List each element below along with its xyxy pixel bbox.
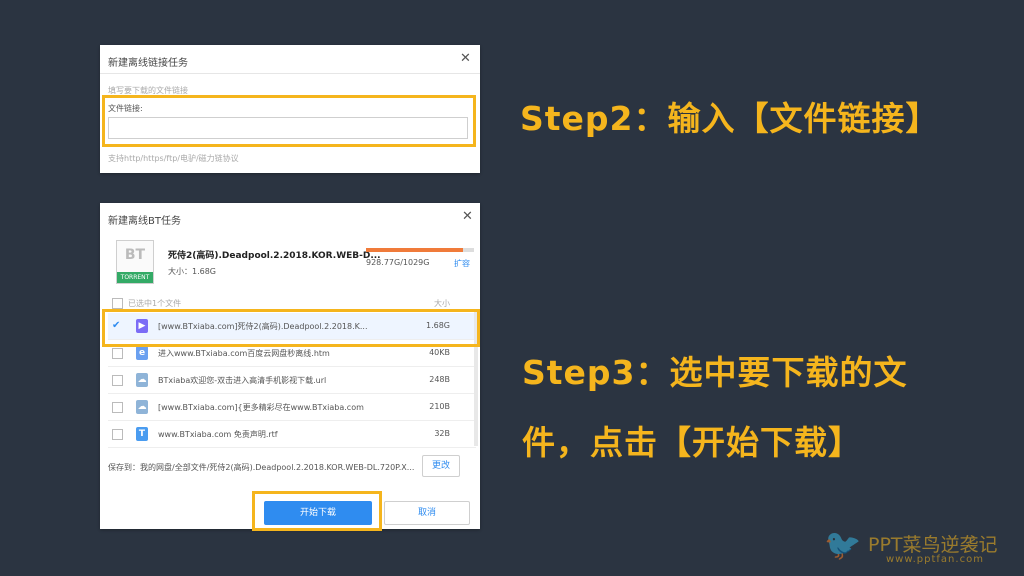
file-name: 进入www.BTxiaba.com百度云网盘秒离线.htm xyxy=(158,349,330,358)
file-row[interactable]: ☁ BTxiaba欢迎您-双击进入高清手机影视下载.url 248B xyxy=(108,367,476,394)
storage-bar xyxy=(366,248,474,252)
url-file-icon: ☁ xyxy=(136,373,148,387)
expand-link[interactable]: 扩容 xyxy=(454,258,470,269)
link-field-highlight xyxy=(102,95,476,147)
change-button[interactable]: 更改 xyxy=(422,455,460,477)
file-row[interactable]: Twww.BTxiaba.com 免责声明.rtf 32B xyxy=(108,421,476,448)
watermark: 🐦 PPT菜鸟逆袭记 www.pptfan.com xyxy=(824,528,1014,572)
selected-count: 已选中1个文件 xyxy=(128,299,182,308)
divider xyxy=(100,73,480,74)
select-all-checkbox[interactable] xyxy=(112,298,123,309)
file-name: www.BTxiaba.com 免责声明.rtf xyxy=(158,430,278,439)
cloud-file-icon: ☁ xyxy=(136,400,148,414)
file-name: [www.BTxiaba.com]{更多精彩尽在www.BTxiaba.com xyxy=(158,403,364,412)
torrent-title: 死侍2(高码).Deadpool.2.2018.KOR.WEB-D... xyxy=(168,251,381,261)
offline-bt-dialog: 新建离线BT任务 ✕ BT TORRENT 死侍2(高码).Deadpool.2… xyxy=(100,203,480,529)
storage-text: 928.77G/1029G xyxy=(366,258,430,267)
html-file-icon: e xyxy=(136,346,148,360)
selected-file-highlight xyxy=(102,309,480,347)
file-size: 248B xyxy=(429,375,450,384)
step3-caption-line1: Step3：选中要下载的文 xyxy=(522,353,908,392)
close-icon[interactable]: ✕ xyxy=(460,51,471,66)
step3-caption-line2: 件，点击【开始下载】 xyxy=(522,423,862,462)
file-name: BTxiaba欢迎您-双击进入高清手机影视下载.url xyxy=(158,376,327,385)
protocol-hint: 支持http/https/ftp/电驴/磁力链协议 xyxy=(108,154,239,163)
size-column-header: 大小 xyxy=(434,299,450,308)
torrent-icon-text: BT xyxy=(124,247,146,263)
dialog-title: 新建离线链接任务 xyxy=(108,58,188,69)
save-path: 保存到：我的网盘/全部文件/死侍2(高码).Deadpool.2.2018.KO… xyxy=(108,463,415,472)
bird-logo-icon: 🐦 xyxy=(824,528,862,563)
close-icon[interactable]: ✕ xyxy=(462,209,473,224)
file-size: 40KB xyxy=(429,348,450,357)
file-checkbox[interactable] xyxy=(112,429,123,440)
step2-caption: Step2：输入【文件链接】 xyxy=(520,99,940,138)
torrent-icon-tag: TORRENT xyxy=(117,272,153,283)
start-button-highlight xyxy=(252,491,382,531)
file-size: 210B xyxy=(429,402,450,411)
storage-bar-fill xyxy=(366,248,464,252)
file-checkbox[interactable] xyxy=(112,375,123,386)
file-size: 32B xyxy=(434,429,450,438)
torrent-file-icon: BT TORRENT xyxy=(116,240,154,284)
file-checkbox[interactable] xyxy=(112,348,123,359)
watermark-url: www.pptfan.com xyxy=(886,554,984,565)
text-file-icon: T xyxy=(136,427,148,441)
torrent-size: 大小：1.68G xyxy=(168,267,217,276)
watermark-brand: PPT菜鸟逆袭记 xyxy=(868,534,998,556)
file-row[interactable]: ☁ [www.BTxiaba.com]{更多精彩尽在www.BTxiaba.com… xyxy=(108,394,476,421)
dialog-title: 新建离线BT任务 xyxy=(108,216,181,227)
file-checkbox[interactable] xyxy=(112,402,123,413)
cancel-button[interactable]: 取消 xyxy=(384,501,470,525)
